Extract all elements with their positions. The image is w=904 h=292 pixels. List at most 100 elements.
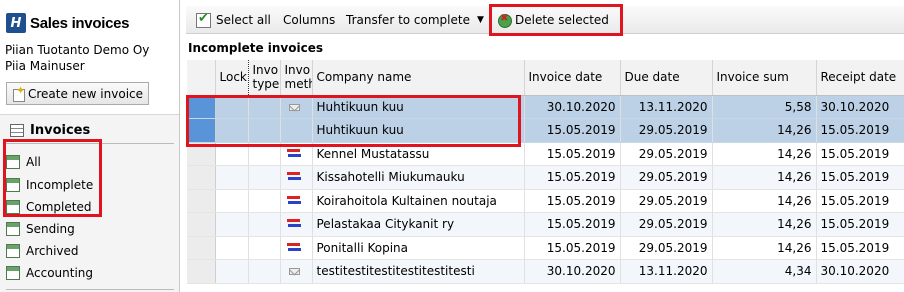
company-cell: Koirahoitola Kultainen noutaja [312, 189, 525, 213]
receipt-date-cell: 30.10.2020 [816, 259, 904, 284]
highlight-box-delete [489, 4, 623, 36]
column-header-invoice-date[interactable]: Invoice date [524, 60, 621, 96]
receipt-date-cell: 30.10.2020 [816, 95, 904, 119]
receipt-date-cell: 15.05.2019 [816, 212, 904, 237]
select-all-label: Select all [216, 13, 271, 27]
sum-cell: 4,34 [712, 259, 817, 284]
due-date-cell: 29.05.2019 [620, 165, 713, 190]
lock-cell [215, 236, 249, 260]
table-row[interactable]: Kissahotelli Miukumauku 15.05.2019 29.05.2… [187, 165, 904, 190]
column-header-sum[interactable]: Invoice sum [712, 60, 817, 96]
invoice-table: Lock Invo type Invo meth Company name In… [187, 60, 904, 284]
dropdown-arrow-icon: ▼ [476, 15, 484, 25]
type-cell [248, 259, 281, 284]
nav-item-label: Accounting [26, 266, 94, 280]
receipt-date-cell: 15.05.2019 [816, 236, 904, 260]
e-invoice-icon [286, 218, 301, 228]
nav-item-archived[interactable]: Archived [6, 241, 79, 261]
due-date-cell: 29.05.2019 [620, 212, 713, 237]
company-name: Piian Tuotanto Demo Oy [5, 43, 150, 57]
invoice-date-cell: 15.05.2019 [524, 165, 621, 190]
columns-button[interactable]: Columns [283, 6, 335, 34]
due-date-cell: 13.11.2020 [620, 95, 713, 119]
row-selector[interactable] [187, 212, 216, 237]
folder-icon [6, 266, 20, 280]
invoice-date-cell: 15.05.2019 [524, 118, 621, 143]
create-new-invoice-button[interactable]: Create new invoice [6, 82, 149, 105]
e-invoice-icon [286, 148, 301, 158]
nav-item-label: Archived [26, 244, 79, 258]
receipt-date-cell: 15.05.2019 [816, 142, 904, 166]
type-cell [248, 189, 281, 213]
method-cell [280, 212, 313, 237]
company-cell: testitestitestitestitestitesti [312, 259, 525, 284]
lock-cell [215, 189, 249, 213]
e-invoice-icon [286, 195, 301, 205]
invoices-header-label: Invoices [30, 123, 91, 138]
column-header-select[interactable] [187, 60, 216, 96]
e-invoice-icon [286, 171, 301, 181]
due-date-cell: 29.05.2019 [620, 118, 713, 143]
create-new-invoice-label: Create new invoice [28, 86, 144, 101]
new-document-icon [12, 84, 26, 102]
sum-cell: 14,26 [712, 189, 817, 213]
invoice-date-cell: 15.05.2019 [524, 142, 621, 166]
due-date-cell: 29.05.2019 [620, 142, 713, 166]
column-header-due-date[interactable]: Due date [620, 60, 713, 96]
e-invoice-icon [286, 242, 301, 252]
divider [6, 289, 174, 290]
invoice-date-cell: 15.05.2019 [524, 189, 621, 213]
table-row[interactable]: Ponitalli Kopina 15.05.2019 29.05.2019 14,2… [187, 236, 904, 260]
receipt-date-cell: 15.05.2019 [816, 189, 904, 213]
user-name: Piia Mainuser [5, 59, 85, 73]
column-header-receipt-date[interactable]: Receipt date [816, 60, 904, 96]
company-cell: Ponitalli Kopina [312, 236, 525, 260]
row-selector[interactable] [187, 236, 216, 260]
invoices-header[interactable]: Invoices [10, 123, 90, 138]
sum-cell: 14,26 [712, 165, 817, 190]
due-date-cell: 29.05.2019 [620, 236, 713, 260]
due-date-cell: 29.05.2019 [620, 189, 713, 213]
columns-label: Columns [283, 13, 336, 27]
column-header-type[interactable]: Invo type [248, 60, 281, 96]
app-logo-icon: H [6, 13, 26, 33]
invoice-date-cell: 30.10.2020 [524, 95, 621, 119]
lock-cell [215, 212, 249, 237]
method-cell [280, 165, 313, 190]
nav-item-accounting[interactable]: Accounting [6, 263, 93, 283]
sum-cell: 14,26 [712, 236, 817, 260]
sum-cell: 14,26 [712, 118, 817, 143]
company-cell: Pelastakaa Citykanit ry [312, 212, 525, 237]
table-row[interactable]: testitestitestitestitestitesti 30.10.2020… [187, 259, 904, 284]
receipt-date-cell: 15.05.2019 [816, 165, 904, 190]
invoices-icon [10, 124, 24, 137]
nav-item-sending[interactable]: Sending [6, 219, 75, 239]
column-header-method[interactable]: Invo meth [280, 60, 313, 96]
highlight-box-nav [3, 139, 102, 217]
column-header-lock[interactable]: Lock [214, 60, 249, 96]
sum-cell: 14,26 [712, 212, 817, 237]
method-cell [280, 236, 313, 260]
sum-cell: 5,58 [712, 95, 817, 119]
column-header-company[interactable]: Company name [312, 60, 525, 96]
type-cell [248, 212, 281, 237]
transfer-to-complete-dropdown[interactable]: Transfer to complete ▼ [346, 6, 484, 34]
select-all-button[interactable]: Select all [196, 6, 271, 34]
app-header: H Sales invoices [6, 12, 130, 34]
invoice-date-cell: 15.05.2019 [524, 212, 621, 237]
method-cell [280, 259, 313, 284]
header-row: Lock Invo type Invo meth Company name In… [187, 60, 904, 96]
folder-icon [6, 244, 20, 258]
checkbox-icon [196, 11, 211, 28]
invoice-date-cell: 15.05.2019 [524, 236, 621, 260]
folder-icon [6, 222, 20, 236]
sum-cell: 14,26 [712, 142, 817, 166]
row-selector[interactable] [187, 165, 216, 190]
highlight-box-selected-rows [186, 95, 521, 147]
row-selector[interactable] [187, 189, 216, 213]
receipt-date-cell: 15.05.2019 [816, 118, 904, 143]
row-selector[interactable] [187, 259, 216, 284]
table-row[interactable]: Pelastakaa Citykanit ry 15.05.2019 29.05.2… [187, 212, 904, 237]
table-row[interactable]: Koirahoitola Kultainen noutaja 15.05.2019… [187, 189, 904, 213]
invoice-date-cell: 30.10.2020 [524, 259, 621, 284]
